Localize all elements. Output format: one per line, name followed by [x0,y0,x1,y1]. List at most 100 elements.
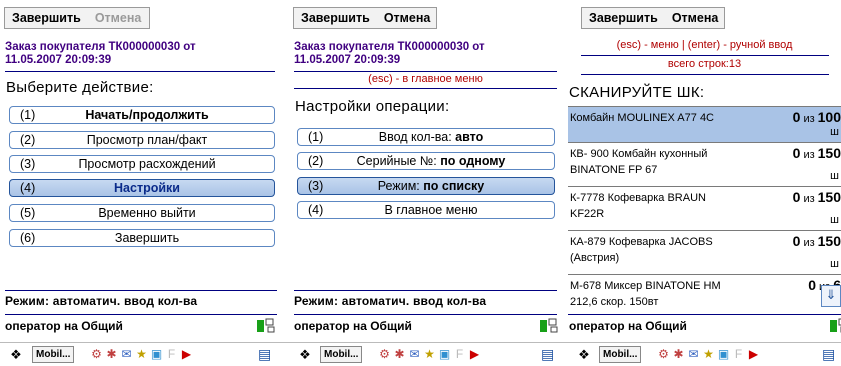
item-name: Комбайн MOULINEX A77 4C [570,112,714,124]
divider [5,314,277,315]
action-prompt: Выберите действие: [6,79,154,96]
start-button[interactable]: ❖ [6,346,26,363]
tray-icon: ▶ [748,347,759,361]
item-plan-count: 150 [817,145,841,161]
item-unit: ш [830,214,839,226]
top-toolbar: Завершить Отмена [293,7,437,29]
menu-item-finish[interactable]: (6) Завершить [9,229,275,247]
divider [568,314,841,315]
item-name: КА-879 Кофеварка JACOBS (Австрия) [570,236,713,264]
divider [581,74,829,75]
item-unit: ш [830,170,839,182]
item-name: М-678 Миксер BINATONE HM 212,6 скор. 150… [570,280,721,308]
menu-item-number: (6) [20,231,36,245]
finish-button[interactable]: Завершить [5,11,88,25]
tray-icons: ⚙ ✱ ✉ ★ ▣ F ▶ [378,346,483,363]
menu-item-number: (1) [20,108,36,122]
item-unit: ш [830,258,839,270]
menu-item-label: В главное меню [384,203,478,217]
item-done-count: 0 [792,109,801,125]
connection-icon [830,318,841,334]
finish-button[interactable]: Завершить [582,11,665,25]
scan-item-row[interactable]: К-7778 Кофеварка BRAUN KF22R 0 из 150 ш [568,187,841,231]
scan-item-row[interactable]: Комбайн MOULINEX A77 4C 0 из 100 ш [568,107,841,143]
menu-item-discrepancies[interactable]: (3) Просмотр расхождений [9,155,275,173]
menu-item-label: Просмотр расхождений [78,157,216,171]
finish-button[interactable]: Завершить [294,11,377,25]
menu-item-number: (1) [308,130,324,144]
setting-mode[interactable]: (3) Режим: по списку [297,177,555,195]
tray-icon: ▣ [150,347,163,361]
screen-scan: Завершить Отмена (esc) - меню | (enter) … [568,0,841,365]
order-title-line1: Заказ покупателя ТК000000030 от [5,41,196,53]
menu-item-label: Завершить [114,231,180,245]
mode-status: Режим: автоматич. ввод кол-ва [294,294,487,308]
menu-item-label: Ввод кол-ва: авто [330,130,554,144]
item-quantity: 0 из 100 [793,109,841,125]
tray-icon: ✉ [688,347,699,361]
taskbar-app-button[interactable]: Mobil... [320,346,363,363]
scan-item-row[interactable]: КА-879 Кофеварка JACOBS (Австрия) 0 из 150 ш [568,231,841,275]
tray-icon: ✱ [394,347,405,361]
taskbar-app-button[interactable]: Mobil... [32,346,75,363]
order-title-line2: 11.05.2007 20:09:39 [5,54,112,66]
setting-quantity-input[interactable]: (1) Ввод кол-ва: авто [297,128,555,146]
menu-item-main-menu[interactable]: (4) В главное меню [297,201,555,219]
setting-serial-numbers[interactable]: (2) Серийные №: по одному [297,152,555,170]
menu-item-label: Настройки [114,181,180,195]
order-title-line2: 11.05.2007 20:09:39 [294,54,401,66]
tray-icon: ★ [703,347,714,361]
tray-icons: ⚙ ✱ ✉ ★ ▣ F ▶ [90,346,195,363]
order-title: Заказ покупателя ТК000000030 от 11.05.20… [5,41,196,67]
divider [5,71,275,72]
setting-value: авто [455,130,484,144]
mode-status: Режим: автоматич. ввод кол-ва [5,294,198,308]
order-title-line1: Заказ покупателя ТК000000030 от [294,41,485,53]
keyboard-icon[interactable]: ▤ [258,346,271,363]
setting-value: по списку [423,179,485,193]
tray-icon: ▶ [469,347,480,361]
tray-icon: F [455,347,464,361]
tray-icon: F [167,347,176,361]
keyboard-icon[interactable]: ▤ [822,346,835,363]
item-quantity: 0 из 150 [793,233,841,249]
item-done-count: 0 [792,145,801,161]
start-button[interactable]: ❖ [295,346,315,363]
tray-icon: ✉ [121,347,132,361]
keys-hint: (esc) - меню | (enter) - ручной ввод [616,39,793,51]
menu-item-label: Начать/продолжить [85,108,209,122]
menu-item-start[interactable]: (1) Начать/продолжить [9,106,275,124]
scan-prompt: СКАНИРУЙТЕ ШК: [569,84,705,101]
menu-item-temp-exit[interactable]: (5) Временно выйти [9,204,275,222]
menu-item-number: (5) [20,206,36,220]
menu-item-number: (4) [20,181,36,195]
screen-main-menu: Завершить Отмена Заказ покупателя ТК0000… [0,0,281,365]
menu-item-number: (2) [20,133,36,147]
windows-flag-icon: ❖ [578,346,590,362]
tray-icons: ⚙ ✱ ✉ ★ ▣ F ▶ [657,346,762,363]
scan-item-row[interactable]: М-678 Миксер BINATONE HM 212,6 скор. 150… [568,275,841,315]
scan-item-row[interactable]: КВ- 900 Комбайн кухонный BINATONE FP 67 0… [568,143,841,187]
windows-flag-icon: ❖ [10,346,22,362]
item-of-label: из [803,113,815,125]
tray-icon: ⚙ [658,347,669,361]
taskbar-app-button[interactable]: Mobil... [599,346,642,363]
cancel-button[interactable]: Отмена [665,11,726,25]
scroll-down-button[interactable]: ⇓ [821,285,841,307]
start-button[interactable]: ❖ [574,346,594,363]
menu-item-plan-fact[interactable]: (2) Просмотр план/факт [9,131,275,149]
menu-item-label: Режим: по списку [330,179,554,193]
connection-icon [540,318,558,334]
cancel-button[interactable]: Отмена [377,11,438,25]
windows-flag-icon: ❖ [299,346,311,362]
item-quantity: 0 из 150 [793,189,841,205]
keyboard-icon[interactable]: ▤ [541,346,554,363]
setting-label: Режим: [377,179,424,193]
item-name: К-7778 Кофеварка BRAUN KF22R [570,192,706,220]
menu-item-number: (4) [308,203,324,217]
setting-label: Ввод кол-ва: [378,130,456,144]
item-of-label: из [803,193,815,205]
menu-item-settings[interactable]: (4) Настройки [9,179,275,197]
setting-label: Серийные №: [356,154,441,168]
item-name: КВ- 900 Комбайн кухонный BINATONE FP 67 [570,148,708,176]
